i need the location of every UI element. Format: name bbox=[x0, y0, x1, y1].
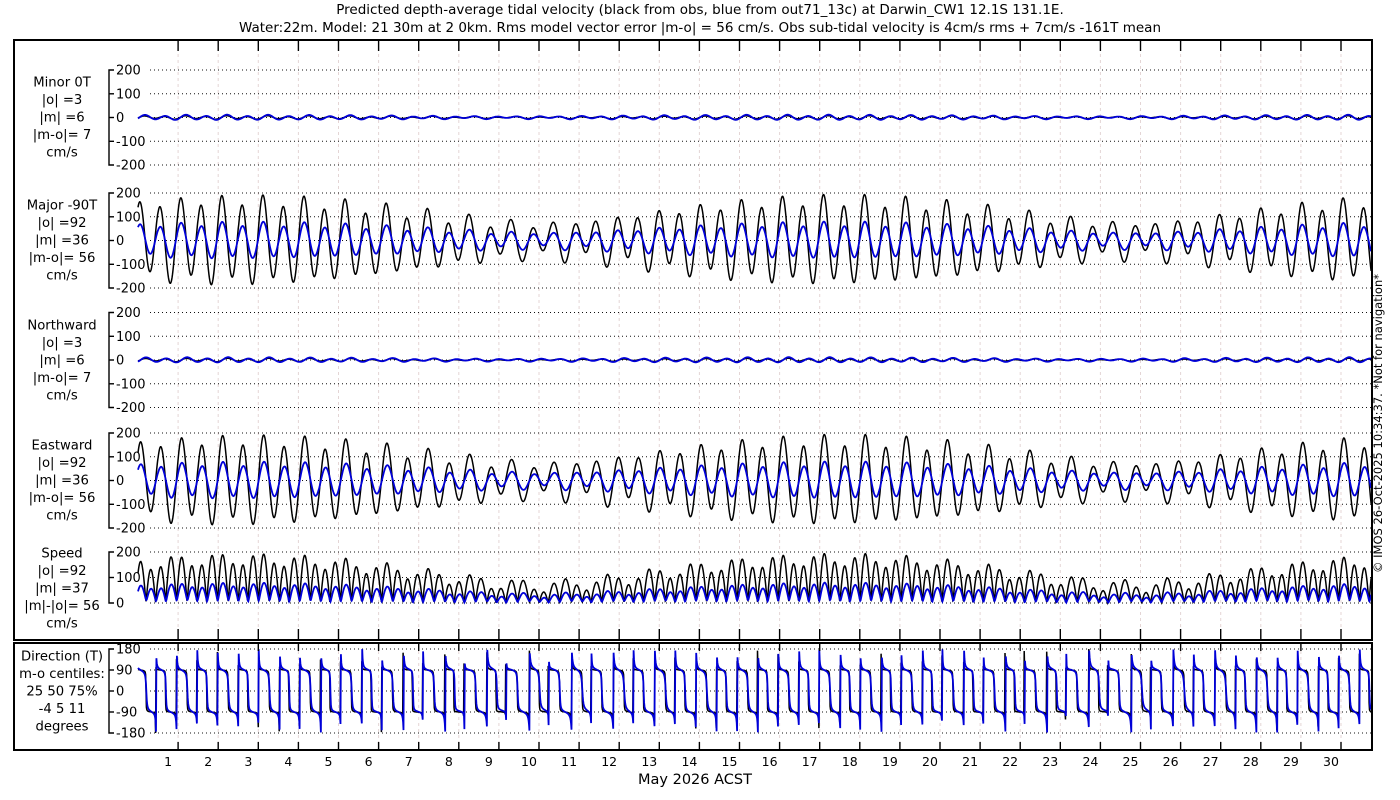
svg-text:18: 18 bbox=[842, 754, 858, 769]
svg-text:200: 200 bbox=[116, 187, 141, 202]
svg-text:6: 6 bbox=[365, 754, 373, 769]
svg-text:Northward: Northward bbox=[27, 319, 96, 334]
imos-watermark: © IMOS 26-Oct-2025 10:34:37. *Not for na… bbox=[1371, 274, 1385, 573]
svg-text:180: 180 bbox=[116, 643, 141, 658]
svg-text:30: 30 bbox=[1323, 754, 1339, 769]
svg-text:|o| =92: |o| =92 bbox=[38, 216, 87, 231]
svg-text:-180: -180 bbox=[116, 727, 146, 742]
svg-text:cm/s: cm/s bbox=[46, 617, 78, 632]
svg-text:7: 7 bbox=[405, 754, 413, 769]
svg-text:11: 11 bbox=[561, 754, 577, 769]
svg-text:0: 0 bbox=[116, 111, 124, 126]
svg-text:-100: -100 bbox=[116, 135, 146, 150]
svg-text:-200: -200 bbox=[116, 282, 146, 297]
svg-text:|o| =92: |o| =92 bbox=[38, 564, 87, 579]
svg-text:cm/s: cm/s bbox=[46, 389, 78, 404]
svg-text:5: 5 bbox=[325, 754, 333, 769]
svg-text:1: 1 bbox=[164, 754, 172, 769]
svg-text:23: 23 bbox=[1042, 754, 1058, 769]
svg-text:-100: -100 bbox=[116, 498, 146, 513]
svg-text:-200: -200 bbox=[116, 159, 146, 174]
svg-text:26: 26 bbox=[1163, 754, 1179, 769]
svg-text:100: 100 bbox=[116, 87, 141, 102]
svg-text:13: 13 bbox=[641, 754, 657, 769]
svg-text:|o| =3: |o| =3 bbox=[42, 93, 83, 108]
tidal-plot-canvas: Minor 0T|o| =3|m| =6|m-o|= 7cm/s2001000-… bbox=[13, 39, 1373, 788]
svg-text:200: 200 bbox=[116, 306, 141, 321]
svg-text:29: 29 bbox=[1283, 754, 1299, 769]
svg-text:Minor 0T: Minor 0T bbox=[33, 76, 91, 91]
svg-text:16: 16 bbox=[762, 754, 778, 769]
svg-text:cm/s: cm/s bbox=[46, 146, 78, 161]
svg-text:cm/s: cm/s bbox=[46, 269, 78, 284]
svg-text:27: 27 bbox=[1203, 754, 1219, 769]
svg-text:Speed: Speed bbox=[41, 547, 82, 562]
svg-text:|m-o|= 7: |m-o|= 7 bbox=[33, 371, 91, 386]
svg-text:17: 17 bbox=[802, 754, 818, 769]
svg-text:19: 19 bbox=[882, 754, 898, 769]
svg-text:0: 0 bbox=[116, 474, 124, 489]
svg-text:|m| =36: |m| =36 bbox=[35, 474, 89, 489]
svg-text:|m| =6: |m| =6 bbox=[39, 354, 84, 369]
svg-text:May 2026 ACST: May 2026 ACST bbox=[638, 772, 752, 788]
svg-text:|o| =92: |o| =92 bbox=[38, 456, 87, 471]
svg-text:Direction (T): Direction (T) bbox=[21, 650, 103, 665]
svg-text:|m| =6: |m| =6 bbox=[39, 111, 84, 126]
svg-text:|m-o|= 56: |m-o|= 56 bbox=[29, 251, 96, 266]
svg-text:|m| =37: |m| =37 bbox=[35, 582, 89, 597]
svg-text:25 50 75%: 25 50 75% bbox=[26, 685, 97, 700]
svg-text:24: 24 bbox=[1082, 754, 1098, 769]
svg-text:-200: -200 bbox=[116, 522, 146, 537]
svg-text:15: 15 bbox=[722, 754, 738, 769]
svg-text:m-o centiles:: m-o centiles: bbox=[19, 667, 105, 682]
svg-text:4: 4 bbox=[284, 754, 292, 769]
svg-text:0: 0 bbox=[116, 597, 124, 612]
svg-text:200: 200 bbox=[116, 64, 141, 79]
svg-text:20: 20 bbox=[922, 754, 938, 769]
svg-text:25: 25 bbox=[1123, 754, 1139, 769]
svg-text:2: 2 bbox=[204, 754, 212, 769]
svg-text:cm/s: cm/s bbox=[46, 509, 78, 524]
svg-text:12: 12 bbox=[601, 754, 617, 769]
svg-text:200: 200 bbox=[116, 546, 141, 561]
svg-text:14: 14 bbox=[681, 754, 697, 769]
svg-text:9: 9 bbox=[485, 754, 493, 769]
svg-text:100: 100 bbox=[116, 450, 141, 465]
svg-text:-100: -100 bbox=[116, 258, 146, 273]
svg-text:0: 0 bbox=[116, 354, 124, 369]
svg-text:0: 0 bbox=[116, 234, 124, 249]
svg-text:200: 200 bbox=[116, 427, 141, 442]
svg-text:100: 100 bbox=[116, 210, 141, 225]
svg-text:-100: -100 bbox=[116, 377, 146, 392]
svg-text:100: 100 bbox=[116, 571, 141, 586]
svg-text:|m|-|o|= 56: |m|-|o|= 56 bbox=[24, 599, 99, 614]
svg-text:28: 28 bbox=[1243, 754, 1259, 769]
svg-text:10: 10 bbox=[521, 754, 537, 769]
svg-text:100: 100 bbox=[116, 330, 141, 345]
tidal-prediction-figure: Predicted depth-average tidal velocity (… bbox=[0, 0, 1400, 800]
svg-text:90: 90 bbox=[116, 664, 133, 679]
svg-text:|m-o|= 7: |m-o|= 7 bbox=[33, 128, 91, 143]
svg-text:-4 5 11: -4 5 11 bbox=[39, 702, 86, 717]
svg-text:8: 8 bbox=[445, 754, 453, 769]
svg-text:Eastward: Eastward bbox=[32, 439, 93, 454]
svg-text:22: 22 bbox=[1002, 754, 1018, 769]
svg-text:|m| =36: |m| =36 bbox=[35, 234, 89, 249]
svg-text:-90: -90 bbox=[116, 706, 137, 721]
svg-text:3: 3 bbox=[244, 754, 252, 769]
svg-text:-200: -200 bbox=[116, 401, 146, 416]
svg-text:0: 0 bbox=[116, 685, 124, 700]
svg-text:|o| =3: |o| =3 bbox=[42, 336, 83, 351]
svg-text:21: 21 bbox=[962, 754, 978, 769]
svg-text:degrees: degrees bbox=[35, 720, 88, 735]
svg-text:|m-o|= 56: |m-o|= 56 bbox=[29, 491, 96, 506]
svg-text:Major -90T: Major -90T bbox=[27, 199, 98, 214]
